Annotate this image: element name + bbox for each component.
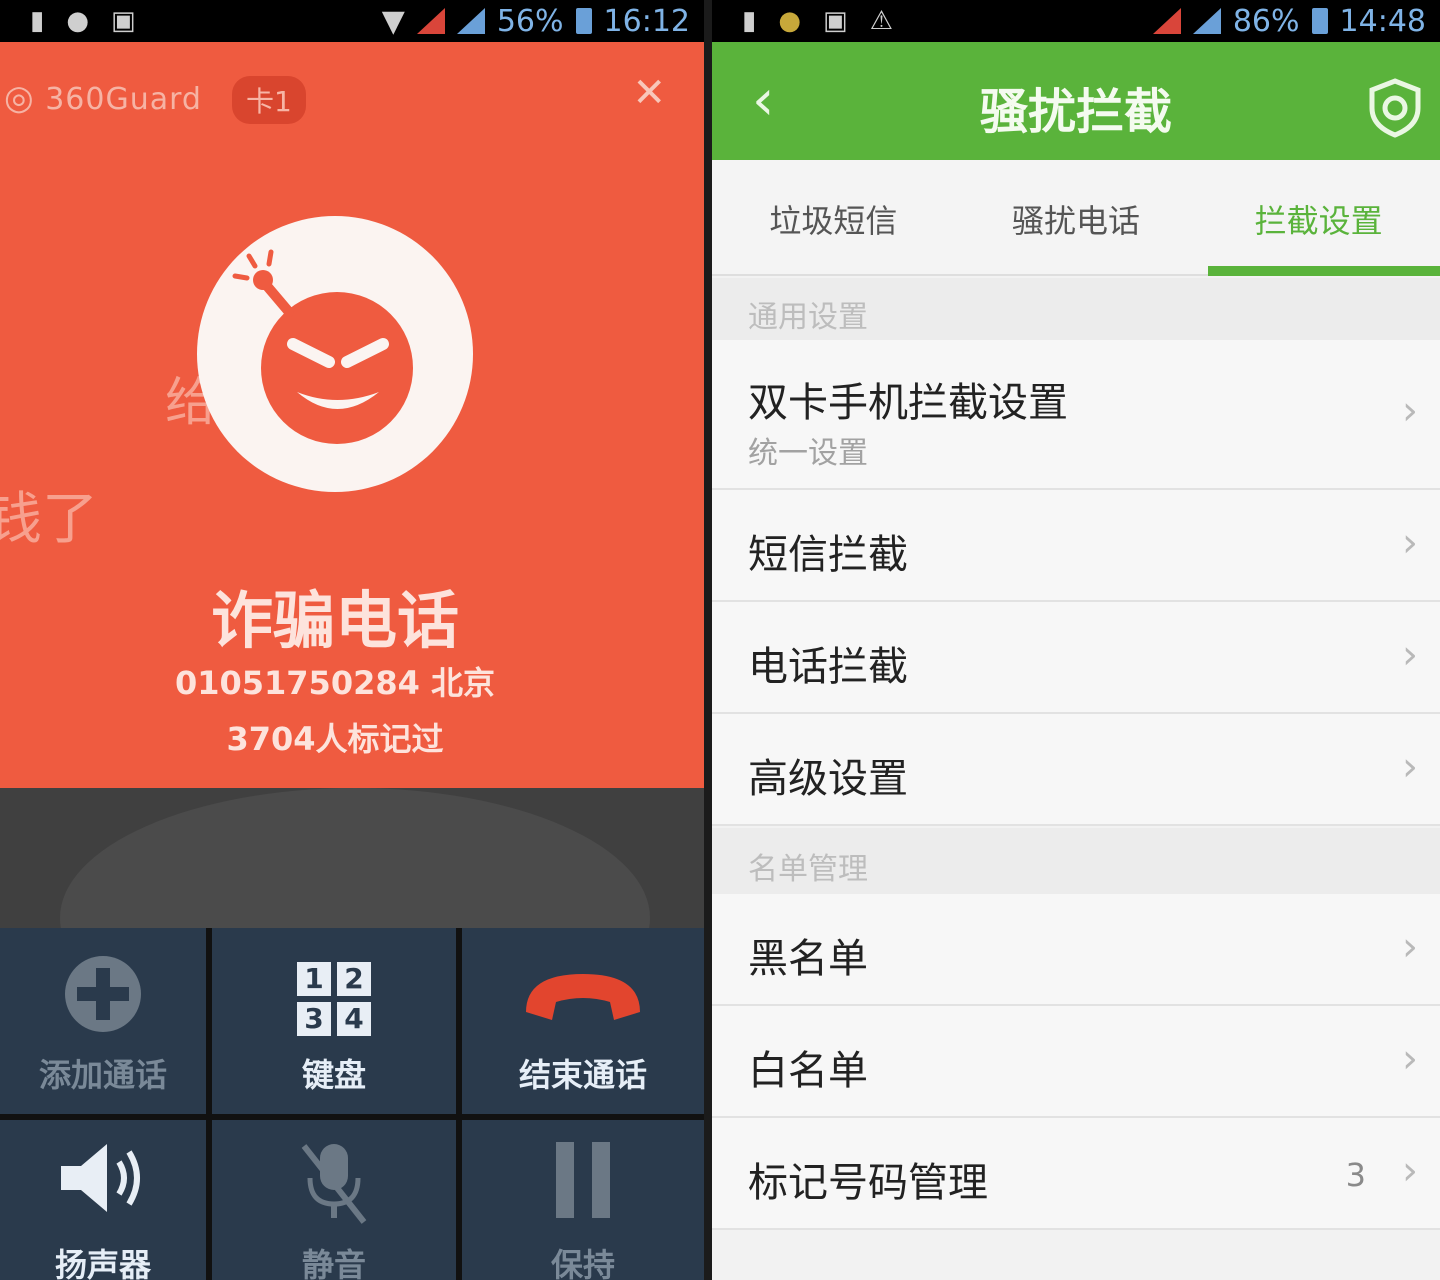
- marked-count-badge: 3: [1345, 1156, 1366, 1194]
- tab-harassing-calls[interactable]: 骚扰电话: [955, 160, 1198, 274]
- status-bar-right: ▮ ● ▣ ⚠ 86% 14:48: [712, 0, 1440, 42]
- settings-row-sms-block[interactable]: 短信拦截 ›: [712, 490, 1440, 602]
- chevron-right-icon: ›: [1402, 924, 1418, 970]
- signal-icon-sim2: [1192, 8, 1221, 34]
- settings-row-blacklist[interactable]: 黑名单 ›: [712, 894, 1440, 1006]
- brand-logo: ◎ 360Guard: [4, 78, 202, 118]
- mute-button[interactable]: 静音: [212, 1120, 456, 1280]
- mute-icon: [301, 1144, 367, 1224]
- end-call-icon: [526, 974, 640, 1020]
- settings-row-advanced[interactable]: 高级设置 ›: [712, 714, 1440, 826]
- keypad-button[interactable]: 1 2 3 4 键盘: [212, 928, 456, 1114]
- add-call-button[interactable]: 添加通话: [0, 928, 206, 1114]
- call-screen: ▮ ● ▣ ▼ 56% 16:12 ◎ 360Guard 卡1 ✕ 给 钱了 诈…: [0, 0, 704, 1280]
- battery-percent: 86%: [1232, 3, 1300, 39]
- end-call-button[interactable]: 结束通话: [462, 928, 704, 1114]
- add-call-label: 添加通话: [38, 1056, 167, 1094]
- signal-icon-sim2: [456, 8, 485, 34]
- shield-icon: [1369, 78, 1421, 138]
- hold-icon: [556, 1142, 610, 1218]
- sim-icon: ▮: [742, 6, 757, 36]
- shield-button[interactable]: [1368, 78, 1422, 142]
- battery-icon: [1311, 8, 1328, 34]
- speaker-icon: [61, 1144, 140, 1212]
- battery-icon: [575, 8, 592, 34]
- add-call-icon: [65, 956, 141, 1032]
- row-label: 短信拦截: [748, 532, 908, 578]
- row-label: 标记号码管理: [748, 1160, 988, 1206]
- chevron-right-icon: ›: [1402, 744, 1418, 790]
- row-label: 白名单: [748, 1048, 868, 1094]
- app-bar: ‹ 骚扰拦截: [712, 42, 1440, 160]
- section-header-lists: 名单管理: [712, 828, 1440, 894]
- section-header-general: 通用设置: [712, 278, 1440, 340]
- keypad-label: 键盘: [301, 1056, 366, 1094]
- settings-row-marked-numbers[interactable]: 标记号码管理 3 ›: [712, 1118, 1440, 1230]
- call-arc-decoration: [0, 788, 704, 928]
- active-tab-indicator: [1208, 266, 1440, 276]
- signal-icon-sim1: [1152, 8, 1181, 34]
- sim-icon: ▮: [30, 6, 45, 36]
- wifi-icon: ▼: [381, 3, 405, 39]
- warning-icon: ⚠: [869, 6, 893, 36]
- caller-type: 诈骗电话: [210, 584, 459, 657]
- brand-swirl-icon: ◎: [4, 78, 35, 118]
- sim-badge: 卡1: [232, 76, 306, 124]
- mark-count: 3704人标记过: [226, 720, 444, 758]
- chevron-right-icon: ›: [1402, 388, 1418, 434]
- tab-spam-sms[interactable]: 垃圾短信: [712, 160, 955, 274]
- row-label: 黑名单: [748, 936, 868, 982]
- call-controls: 添加通话 1 2 3 4 键盘 结束通话 扬声器 静音 保持: [0, 928, 704, 1280]
- row-label: 高级设置: [748, 756, 908, 802]
- settings-row-whitelist[interactable]: 白名单 ›: [712, 1006, 1440, 1118]
- caller-number: 01051750284 北京: [174, 664, 496, 702]
- row-sublabel: 统一设置: [748, 436, 868, 471]
- chevron-right-icon: ›: [1402, 632, 1418, 678]
- battery-percent: 56%: [496, 3, 564, 39]
- wechat-icon: ●: [66, 6, 89, 36]
- chevron-right-icon: ›: [1402, 520, 1418, 566]
- hold-label: 保持: [550, 1246, 615, 1280]
- hold-button[interactable]: 保持: [462, 1120, 704, 1280]
- end-call-label: 结束通话: [518, 1056, 647, 1094]
- mute-label: 静音: [301, 1246, 366, 1280]
- settings-row-call-block[interactable]: 电话拦截 ›: [712, 602, 1440, 714]
- background-text: 钱了: [0, 487, 98, 552]
- tab-block-settings[interactable]: 拦截设置: [1197, 160, 1440, 274]
- row-label: 电话拦截: [748, 644, 908, 690]
- signal-icon-sim1: [416, 8, 445, 34]
- speaker-label: 扬声器: [54, 1246, 151, 1280]
- speaker-button[interactable]: 扬声器: [0, 1120, 206, 1280]
- page-title: 骚扰拦截: [979, 84, 1172, 140]
- keypad-icon: 1 2 3 4: [212, 962, 456, 1036]
- settings-screen: ▮ ● ▣ ⚠ 86% 14:48 ‹ 骚扰拦截 垃圾短信 骚扰电话 拦截设置 …: [712, 0, 1440, 1280]
- clock: 16:12: [603, 3, 690, 39]
- chevron-right-icon: ›: [1402, 1036, 1418, 1082]
- image-icon: ▣: [111, 6, 136, 36]
- notification-icon: ●: [778, 6, 801, 36]
- angry-bomb-icon: [232, 249, 413, 444]
- image-icon: ▣: [823, 6, 848, 36]
- clock: 14:48: [1339, 3, 1426, 39]
- settings-row-dual-sim[interactable]: 双卡手机拦截设置 统一设置 ›: [712, 340, 1440, 490]
- tab-bar: 垃圾短信 骚扰电话 拦截设置: [712, 160, 1440, 276]
- close-icon[interactable]: ✕: [632, 70, 666, 116]
- status-bar-left: ▮ ● ▣ ▼ 56% 16:12: [0, 0, 704, 42]
- row-label: 双卡手机拦截设置: [748, 380, 1068, 426]
- chevron-right-icon: ›: [1402, 1148, 1418, 1194]
- bomb-avatar: [197, 216, 473, 492]
